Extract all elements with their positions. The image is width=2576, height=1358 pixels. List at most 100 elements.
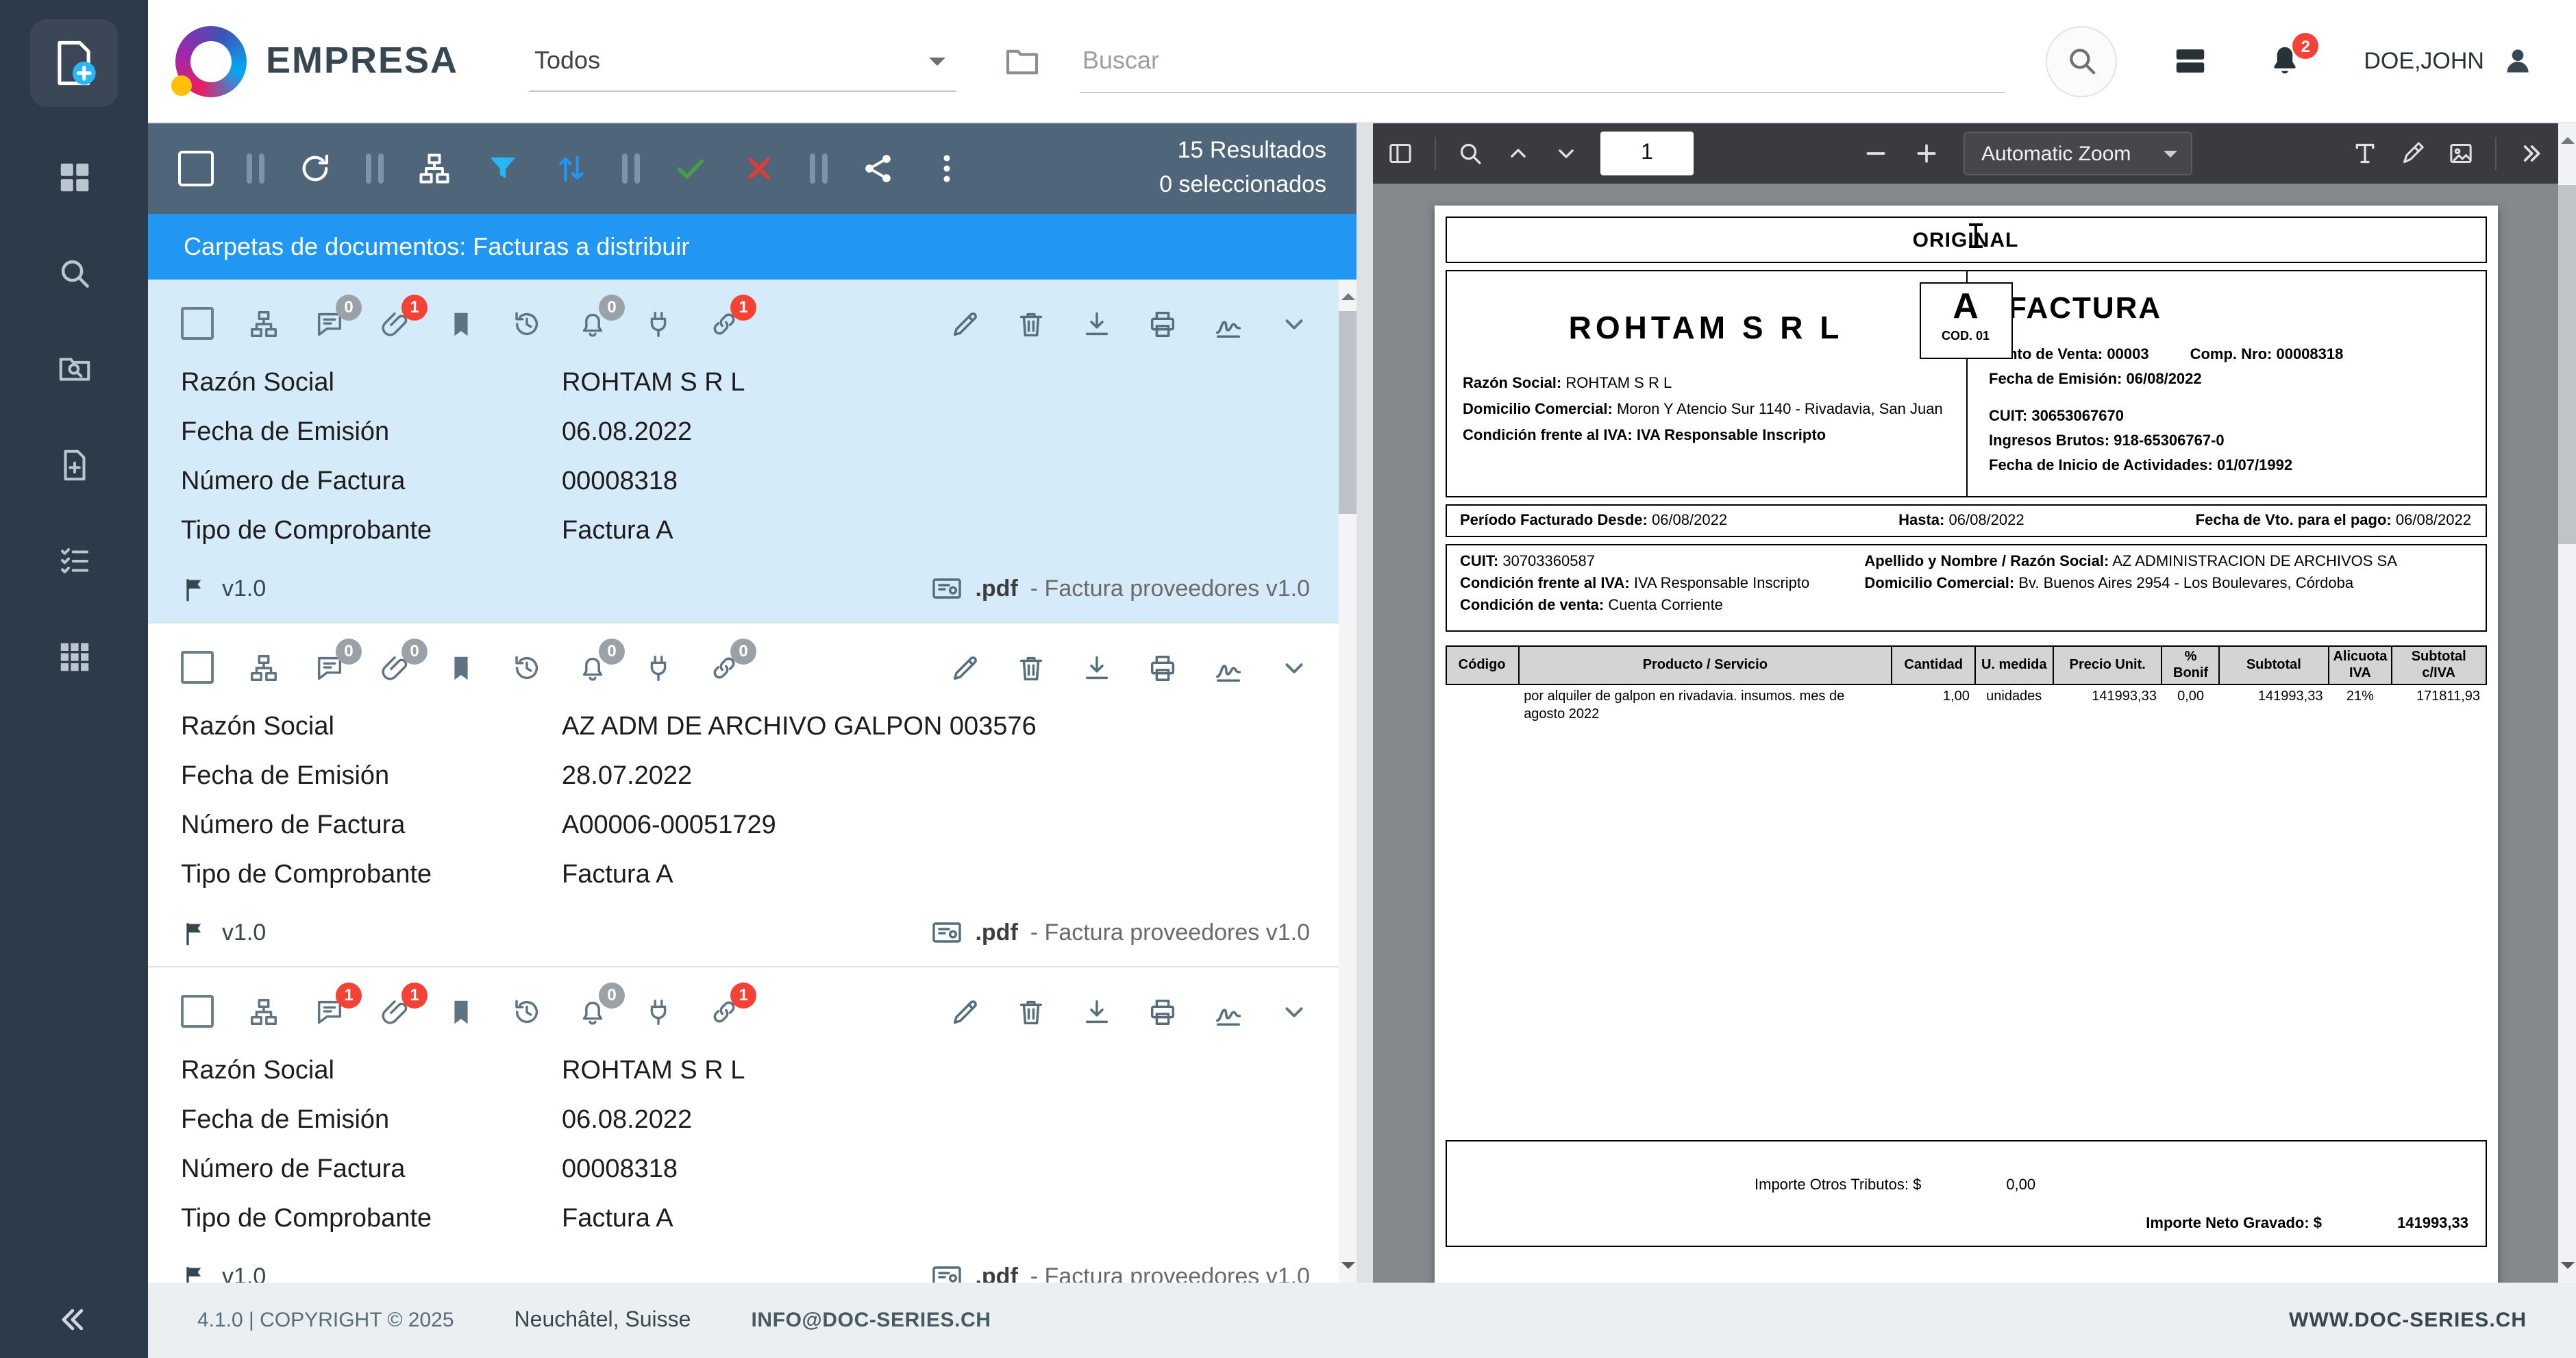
sidebar-item-folder-search[interactable] xyxy=(55,351,92,388)
notifications-button[interactable]: 2 xyxy=(2266,42,2303,79)
folder-button[interactable] xyxy=(995,40,1050,82)
scroll-down-arrow[interactable] xyxy=(2560,1262,2574,1276)
file-link[interactable]: .pdf - Factura proveedores v1.0 xyxy=(930,917,1310,950)
sidebar-item-dashboard[interactable] xyxy=(55,159,92,196)
user-menu[interactable]: DOE,JOHN xyxy=(2364,44,2535,78)
print-button[interactable] xyxy=(1147,652,1178,683)
attachments-badge: 1 xyxy=(401,982,428,1008)
search-input[interactable] xyxy=(1080,29,2005,93)
scrollbar-thumb[interactable] xyxy=(2558,185,2576,544)
connector-button[interactable] xyxy=(643,652,674,683)
delete-button[interactable] xyxy=(1015,652,1047,683)
delete-button[interactable] xyxy=(1015,308,1047,339)
more-options-button[interactable] xyxy=(929,151,965,186)
document-card-1[interactable]: 0 1 0 1 xyxy=(148,280,1357,624)
sort-button[interactable] xyxy=(554,151,589,186)
notifications-button[interactable]: 0 xyxy=(577,996,608,1027)
find-in-document-button[interactable] xyxy=(1457,140,1484,167)
links-button[interactable]: 1 xyxy=(708,308,740,339)
approve-button[interactable] xyxy=(673,151,708,186)
page-number-input[interactable] xyxy=(1600,132,1694,175)
list-view-button[interactable] xyxy=(2172,42,2209,79)
more-tools-button[interactable] xyxy=(2517,140,2544,167)
hierarchy-button[interactable] xyxy=(248,652,280,683)
sidebar-item-new-document[interactable] xyxy=(55,447,92,484)
filter-button[interactable] xyxy=(485,151,521,186)
pdf-scrollbar[interactable] xyxy=(2558,123,2576,1283)
hierarchy-button[interactable] xyxy=(417,151,452,186)
share-button[interactable] xyxy=(860,151,896,186)
annotations-button[interactable]: 1 xyxy=(314,996,345,1027)
print-button[interactable] xyxy=(1147,308,1178,339)
app-logo[interactable] xyxy=(30,19,118,107)
notifications-button[interactable]: 0 xyxy=(577,652,608,683)
connector-button[interactable] xyxy=(643,996,674,1027)
zoom-select[interactable]: Automatic Zoom xyxy=(1964,132,2192,175)
signature-button[interactable] xyxy=(1213,996,1244,1027)
signature-button[interactable] xyxy=(1213,308,1244,339)
image-tool-button[interactable] xyxy=(2447,140,2475,167)
next-page-button[interactable] xyxy=(1552,140,1580,167)
notifications-button[interactable]: 0 xyxy=(577,308,608,339)
bookmark-button[interactable] xyxy=(445,308,477,339)
edit-button[interactable] xyxy=(950,652,981,683)
expand-card-button[interactable] xyxy=(1278,652,1310,683)
download-button[interactable] xyxy=(1081,996,1113,1027)
print-button[interactable] xyxy=(1147,996,1178,1027)
collapse-sidebar-button[interactable] xyxy=(48,1300,100,1339)
scope-select[interactable]: Todos xyxy=(529,30,956,92)
search-button[interactable] xyxy=(2046,25,2117,97)
reject-button[interactable] xyxy=(741,151,777,186)
file-link[interactable]: .pdf - Factura proveedores v1.0 xyxy=(930,1261,1310,1283)
edit-button[interactable] xyxy=(950,308,981,339)
text-tool-button[interactable] xyxy=(2351,140,2379,167)
document-card-3[interactable]: 1 1 0 1 xyxy=(148,967,1357,1283)
history-button[interactable] xyxy=(511,652,543,683)
expand-card-button[interactable] xyxy=(1278,308,1310,339)
delete-button[interactable] xyxy=(1015,996,1047,1027)
links-button[interactable]: 0 xyxy=(708,652,740,683)
sidebar-item-tasks[interactable] xyxy=(55,543,92,580)
history-button[interactable] xyxy=(511,996,543,1027)
zoom-out-button[interactable] xyxy=(1862,140,1890,167)
card-checkbox[interactable] xyxy=(181,995,214,1028)
bookmark-button[interactable] xyxy=(445,996,477,1027)
card-checkbox[interactable] xyxy=(181,307,214,340)
select-all-checkbox[interactable] xyxy=(178,151,214,186)
annotations-button[interactable]: 0 xyxy=(314,652,345,683)
zoom-in-button[interactable] xyxy=(1913,140,1940,167)
card-checkbox[interactable] xyxy=(181,651,214,684)
edit-button[interactable] xyxy=(950,996,981,1027)
sidebar-item-search[interactable] xyxy=(55,255,92,292)
download-button[interactable] xyxy=(1081,652,1113,683)
annotations-button[interactable]: 0 xyxy=(314,308,345,339)
scroll-up-arrow[interactable] xyxy=(2560,130,2574,144)
bookmark-button[interactable] xyxy=(445,652,477,683)
refresh-button[interactable] xyxy=(297,151,333,186)
links-button[interactable]: 1 xyxy=(708,996,740,1027)
toggle-sidebar-button[interactable] xyxy=(1387,140,1414,167)
attachments-button[interactable]: 1 xyxy=(380,308,411,339)
hierarchy-button[interactable] xyxy=(248,996,280,1027)
scrollbar-thumb[interactable] xyxy=(1339,311,1357,514)
previous-page-button[interactable] xyxy=(1504,140,1532,167)
scroll-up-arrow[interactable] xyxy=(1341,286,1354,300)
connector-button[interactable] xyxy=(643,308,674,339)
hierarchy-button[interactable] xyxy=(248,308,280,339)
download-button[interactable] xyxy=(1081,308,1113,339)
signature-button[interactable] xyxy=(1213,652,1244,683)
footer-email-link[interactable]: INFO@DOC-SERIES.CH xyxy=(751,1309,991,1332)
history-button[interactable] xyxy=(511,308,543,339)
document-card-2[interactable]: 0 0 0 0 xyxy=(148,624,1357,967)
footer-website-link[interactable]: WWW.DOC-SERIES.CH xyxy=(2289,1309,2527,1332)
file-link[interactable]: .pdf - Factura proveedores v1.0 xyxy=(930,573,1310,606)
draw-tool-button[interactable] xyxy=(2399,140,2427,167)
list-scrollbar[interactable] xyxy=(1339,280,1357,1283)
attachments-button[interactable]: 1 xyxy=(380,996,411,1027)
scroll-down-arrow[interactable] xyxy=(1341,1262,1354,1276)
attachments-button[interactable]: 0 xyxy=(380,652,411,683)
sidebar-item-apps[interactable] xyxy=(55,639,92,676)
flag-icon xyxy=(181,919,208,947)
expand-card-button[interactable] xyxy=(1278,996,1310,1027)
pdf-canvas[interactable]: ORIGINAL ROHTAM S R L Razón Social: ROHT… xyxy=(1373,184,2558,1283)
